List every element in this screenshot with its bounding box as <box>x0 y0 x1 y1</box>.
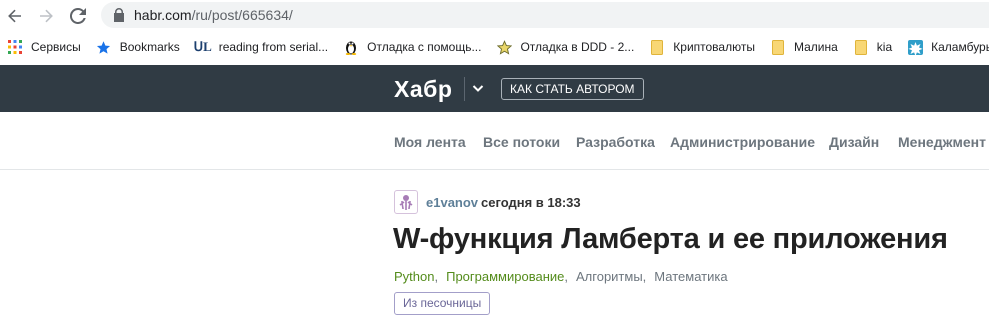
forward-button[interactable] <box>34 4 58 28</box>
bookmark-label: Отладка в DDD - 2... <box>520 40 635 54</box>
flows-nav: Моя лента Все потоки Разработка Админист… <box>0 112 989 170</box>
bookmark-label: Bookmarks <box>119 40 180 54</box>
hub-separator: , <box>642 269 647 284</box>
bookmark-puns[interactable]: Каламбуры <box>907 39 989 55</box>
arrow-left-icon <box>8 9 21 23</box>
avatar[interactable] <box>394 190 418 214</box>
hubs-list: Python, Программирование, Алгоритмы, Матема… <box>394 269 728 284</box>
star-icon <box>96 39 112 55</box>
ul-logo-icon: ᑌL <box>193 39 212 54</box>
bookmark-debug-1[interactable]: Отладка с помощь... <box>343 39 481 55</box>
url-text[interactable]: habr.com/ru/post/665634/ <box>134 7 293 23</box>
chevron-down-icon[interactable] <box>470 80 486 96</box>
bookmark-folder-crypto[interactable]: Криптовалюты <box>649 39 755 55</box>
hub-separator: , <box>434 269 439 284</box>
folder-icon <box>853 39 869 55</box>
bookmark-folder-malina[interactable]: Малина <box>770 39 838 55</box>
star-outline-icon <box>496 39 512 55</box>
bookmark-bookmarks[interactable]: Bookmarks <box>96 39 180 55</box>
post-date: сегодня в 18:33 <box>481 195 581 210</box>
url-path: /ru/post/665634/ <box>191 7 293 23</box>
bookmark-folder-kia[interactable]: kia <box>853 39 892 55</box>
linux-penguin-icon <box>343 39 359 55</box>
bookmarks-bar: Сервисы Bookmarks ᑌL reading from serial… <box>0 33 989 61</box>
bookmark-label: Отладка с помощь... <box>367 40 482 54</box>
address-bar[interactable]: habr.com/ru/post/665634/ <box>101 2 989 28</box>
hub-math[interactable]: Математика <box>654 269 727 284</box>
url-host: habr.com <box>134 7 192 23</box>
hub-separator: , <box>564 269 568 284</box>
reload-icon <box>70 8 86 24</box>
hub-python[interactable]: Python <box>394 269 434 284</box>
site-header: Хабр КАК СТАТЬ АВТОРОМ <box>0 65 989 112</box>
tab-my-feed[interactable]: Моя лента <box>394 134 466 150</box>
bookmark-label: Сервисы <box>31 40 81 54</box>
bookmark-label: Криптовалюты <box>673 40 755 54</box>
back-button[interactable] <box>3 4 27 28</box>
bookmark-label: kia <box>876 40 893 54</box>
bookmark-reading-serial[interactable]: ᑌL reading from serial... <box>193 39 329 55</box>
tab-design[interactable]: Дизайн <box>829 134 879 150</box>
reload-button[interactable] <box>66 4 90 28</box>
hub-algorithms[interactable]: Алгоритмы <box>576 269 643 284</box>
author-name[interactable]: e1vanov <box>426 195 478 210</box>
hub-programming[interactable]: Программирование <box>446 269 564 284</box>
lock-icon[interactable] <box>113 8 125 22</box>
header-divider <box>464 77 465 101</box>
puzzle-icon <box>907 39 923 55</box>
habr-logo[interactable]: Хабр <box>394 76 452 103</box>
apps-grid-icon <box>7 39 23 55</box>
folder-icon <box>649 39 665 55</box>
bookmark-label: Каламбуры <box>931 40 989 54</box>
how-to-become-author-button[interactable]: КАК СТАТЬ АВТОРОМ <box>501 78 644 100</box>
tab-all-flows[interactable]: Все потоки <box>483 134 560 150</box>
author-avatar-icon <box>399 195 413 210</box>
tab-administration[interactable]: Администрирование <box>670 134 815 150</box>
arrow-right-icon <box>40 9 53 23</box>
bookmark-label: reading from serial... <box>218 40 329 54</box>
post-title: W-функция Ламберта и ее приложения <box>393 223 948 255</box>
bookmark-services[interactable]: Сервисы <box>7 39 81 55</box>
tab-management[interactable]: Менеджмент <box>898 134 986 150</box>
bookmark-label: Малина <box>793 40 838 54</box>
folder-icon <box>770 39 786 55</box>
sandbox-badge[interactable]: Из песочницы <box>394 292 491 315</box>
browser-toolbar: habr.com/ru/post/665634/ <box>0 0 989 32</box>
bookmark-debug-ddd[interactable]: Отладка в DDD - 2... <box>496 39 634 55</box>
tab-development[interactable]: Разработка <box>576 134 655 150</box>
